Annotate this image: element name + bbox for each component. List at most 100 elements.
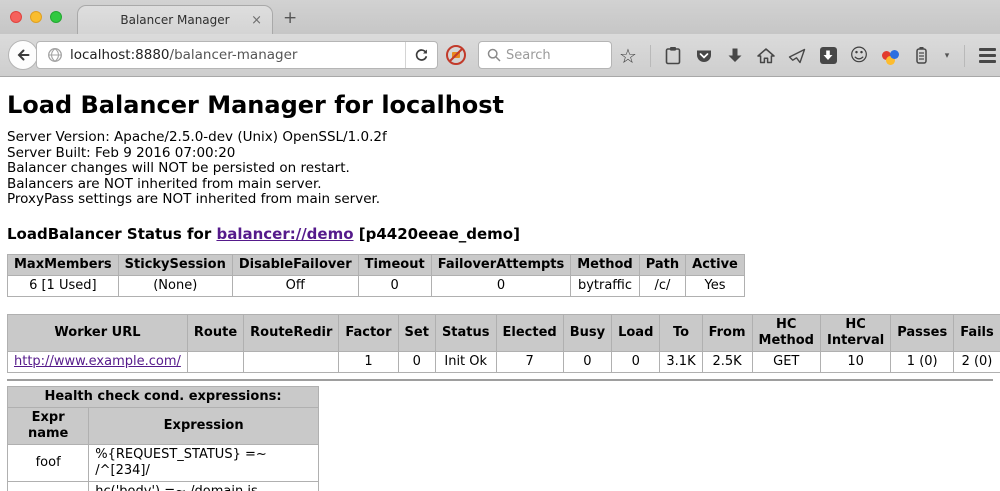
toolbar-buttons: ☆ <box>618 34 1000 77</box>
health-check-table: Health check cond. expressions: Expr nam… <box>7 386 319 491</box>
col-elected: Elected <box>496 314 563 351</box>
colored-dots-extension-button[interactable] <box>880 45 900 67</box>
worker-status-table: Worker URL Route RouteRedir Factor Set S… <box>7 314 1000 373</box>
close-window-button[interactable] <box>10 11 22 23</box>
send-tab-button[interactable] <box>787 45 807 67</box>
proxypass-notice-line: ProxyPass settings are NOT inherited fro… <box>7 192 993 208</box>
reload-button[interactable] <box>405 42 437 68</box>
col-factor: Factor <box>339 314 398 351</box>
content-blocked-icon[interactable] <box>444 43 468 67</box>
balancer-demo-link[interactable]: balancer://demo <box>216 225 353 243</box>
menu-button[interactable] <box>977 45 997 67</box>
col-active: Active <box>686 254 745 275</box>
divider <box>7 379 993 381</box>
table-title-row: Health check cond. expressions: <box>8 386 319 407</box>
col-load: Load <box>612 314 660 351</box>
tab-title: Balancer Manager <box>120 13 229 27</box>
downloads-button[interactable] <box>725 45 745 67</box>
col-fails: Fails <box>954 314 1000 351</box>
cell-route <box>187 351 243 372</box>
col-worker-url: Worker URL <box>8 314 188 351</box>
clipboard-icon <box>665 46 681 65</box>
cell-passes: 1 (0) <box>891 351 954 372</box>
reading-list-button[interactable] <box>663 45 683 67</box>
persist-notice-line: Balancer changes will NOT be persisted o… <box>7 161 993 177</box>
bookmark-star-button[interactable]: ☆ <box>618 45 638 67</box>
server-info: Server Version: Apache/2.5.0-dev (Unix) … <box>7 130 993 208</box>
browser-window: Balancer Manager × + localhost:8880/bala… <box>0 0 1000 491</box>
back-button[interactable] <box>8 40 38 70</box>
col-failoverattempts: FailoverAttempts <box>431 254 571 275</box>
col-busy: Busy <box>563 314 611 351</box>
chevron-down-icon: ▾ <box>945 51 950 61</box>
star-icon: ☆ <box>619 46 637 66</box>
col-timeout: Timeout <box>358 254 431 275</box>
minimize-window-button[interactable] <box>30 11 42 23</box>
status-heading-suffix: [p4420eeae_demo] <box>354 225 520 243</box>
server-built-line: Server Built: Feb 9 2016 07:00:20 <box>7 146 993 162</box>
battery-icon <box>915 46 928 65</box>
cell-stickysession: (None) <box>118 275 232 296</box>
col-maxmembers: MaxMembers <box>8 254 119 275</box>
url-path: /balancer-manager <box>170 47 298 63</box>
col-stickysession: StickySession <box>118 254 232 275</box>
col-expr-name: Expr name <box>8 407 89 444</box>
col-expression: Expression <box>89 407 319 444</box>
new-tab-button[interactable]: + <box>283 8 297 28</box>
status-heading-prefix: LoadBalancer Status for <box>7 225 216 243</box>
cell-timeout: 0 <box>358 275 431 296</box>
battery-extension-button[interactable] <box>911 45 931 67</box>
col-from: From <box>702 314 752 351</box>
pocket-button[interactable] <box>694 45 714 67</box>
video-download-button[interactable] <box>818 45 838 67</box>
download-square-icon <box>820 47 837 64</box>
home-icon <box>757 47 775 64</box>
cell-set: 0 <box>398 351 435 372</box>
home-button[interactable] <box>756 45 776 67</box>
cell-failoverattempts: 0 <box>431 275 571 296</box>
url-bar[interactable]: localhost:8880/balancer-manager <box>36 41 438 69</box>
cell-from: 2.5K <box>702 351 752 372</box>
balancer-status-heading: LoadBalancer Status for balancer://demo … <box>7 225 993 243</box>
cell-fails: 2 (0) <box>954 351 1000 372</box>
col-status: Status <box>435 314 496 351</box>
cell-expr-name: foof <box>8 444 89 481</box>
col-hc-interval: HC Interval <box>820 314 890 351</box>
cell-path: /c/ <box>639 275 685 296</box>
cell-factor: 1 <box>339 351 398 372</box>
zoom-window-button[interactable] <box>50 11 62 23</box>
paper-plane-icon <box>788 47 806 65</box>
url-text[interactable]: localhost:8880/balancer-manager <box>70 47 405 63</box>
table-header-row: Worker URL Route RouteRedir Factor Set S… <box>8 314 1000 351</box>
page-title: Load Balancer Manager for localhost <box>7 91 993 119</box>
col-disablefailover: DisableFailover <box>232 254 358 275</box>
col-route: Route <box>187 314 243 351</box>
tab-balancer-manager[interactable]: Balancer Manager × <box>77 5 273 34</box>
extension-dropdown-button[interactable]: ▾ <box>942 45 952 67</box>
table-header-row: Expr name Expression <box>8 407 319 444</box>
search-input[interactable] <box>506 48 596 63</box>
table-row: foof2 hc('body') =~ /domain is establish… <box>8 481 319 491</box>
col-path: Path <box>639 254 685 275</box>
tab-close-icon[interactable]: × <box>251 13 262 28</box>
cell-to: 3.1K <box>660 351 702 372</box>
cell-active: Yes <box>686 275 745 296</box>
worker-url-link[interactable]: http://www.example.com/ <box>14 354 181 369</box>
navigation-toolbar: localhost:8880/balancer-manager <box>0 34 1000 77</box>
cell-method: bytraffic <box>571 275 639 296</box>
window-controls <box>10 11 62 23</box>
reload-icon <box>414 48 429 63</box>
search-bar[interactable] <box>478 41 612 69</box>
pocket-icon <box>695 47 713 65</box>
balancer-settings-table: MaxMembers StickySession DisableFailover… <box>7 254 745 297</box>
col-hc-method: HC Method <box>752 314 820 351</box>
emoji-extension-button[interactable]: ☺ <box>849 45 869 67</box>
cell-maxmembers: 6 [1 Used] <box>8 275 119 296</box>
inherit-notice-line: Balancers are NOT inherited from main se… <box>7 177 993 193</box>
toolbar-separator <box>964 45 965 67</box>
cell-elected: 7 <box>496 351 563 372</box>
cell-expression: hc('body') =~ /domain is established/ <box>89 481 319 491</box>
table-header-row: MaxMembers StickySession DisableFailover… <box>8 254 745 275</box>
table-row: foof %{REQUEST_STATUS} =~ /^[234]/ <box>8 444 319 481</box>
back-arrow-icon <box>14 46 32 64</box>
